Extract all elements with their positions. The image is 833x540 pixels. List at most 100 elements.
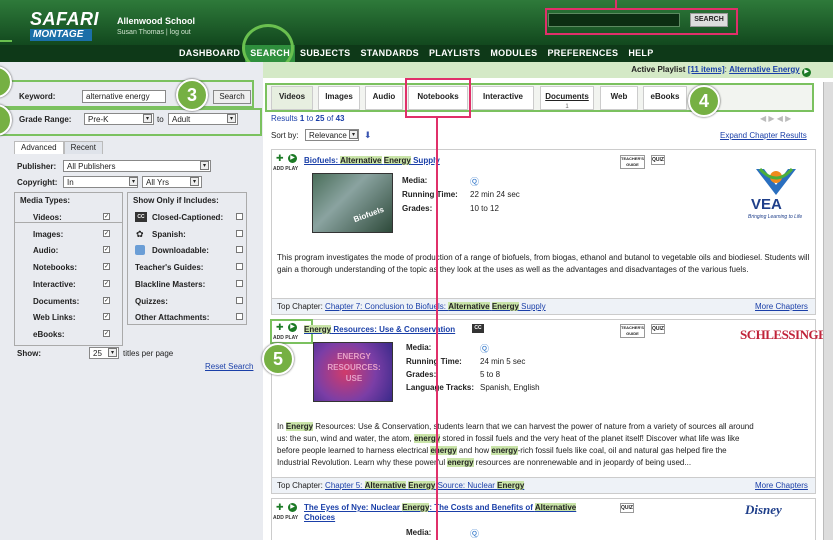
tab-videos[interactable]: Videos xyxy=(271,86,313,110)
title-highlight: Energy xyxy=(304,325,332,334)
play-icon[interactable]: ▶ xyxy=(802,68,811,77)
cc-checkbox[interactable] xyxy=(236,213,243,220)
teachers-guide-icon[interactable]: TEACHER'S GUIDE xyxy=(620,324,645,338)
other-checkbox[interactable] xyxy=(236,313,243,320)
sort-direction-icon[interactable]: ⬇ xyxy=(364,130,372,141)
only-quizzes-label: Quizzes: xyxy=(135,297,168,306)
publisher-select[interactable]: All Publishers xyxy=(63,160,211,172)
tab-web[interactable]: Web xyxy=(600,86,638,110)
quiz-icon[interactable]: QUIZ xyxy=(620,503,634,513)
nav-dashboard[interactable]: DASHBOARD xyxy=(174,45,245,62)
tab-ebooks[interactable]: eBooks xyxy=(643,86,687,110)
teachers-guide-icon[interactable]: TEACHER'S GUIDE xyxy=(620,155,645,169)
global-search-input[interactable] xyxy=(548,13,680,27)
chapter-highlight: Energy xyxy=(408,481,436,490)
chevron-down-icon[interactable]: ▾ xyxy=(227,114,236,123)
tab-advanced[interactable]: Advanced xyxy=(14,141,64,154)
nav-standards[interactable]: STANDARDS xyxy=(355,45,424,62)
tab-interactive[interactable]: Interactive xyxy=(472,86,534,110)
ebooks-checkbox[interactable]: ✓ xyxy=(103,330,110,337)
playlist-count[interactable]: [11 items] xyxy=(688,65,725,74)
chevron-down-icon[interactable]: ▾ xyxy=(349,130,358,139)
school-name: Allenwood School xyxy=(117,16,195,26)
notebooks-callout-box xyxy=(405,78,471,118)
quiz-icon[interactable]: QUIZ xyxy=(651,324,665,334)
blackline-checkbox[interactable] xyxy=(236,280,243,287)
playlist-name[interactable]: Alternative Energy xyxy=(729,65,800,74)
step-badge-5: 5 xyxy=(262,343,294,375)
reset-search-link[interactable]: Reset Search xyxy=(205,362,253,371)
media-label: Media: xyxy=(406,343,432,352)
downloadable-checkbox[interactable] xyxy=(236,246,243,253)
more-chapters-link[interactable]: More Chapters xyxy=(755,481,808,490)
nav-preferences[interactable]: PREFERENCES xyxy=(542,45,623,62)
notebooks-checkbox[interactable]: ✓ xyxy=(103,263,110,270)
user-logout-link[interactable]: Susan Thomas | log out xyxy=(117,29,191,36)
chevron-down-icon[interactable]: ▾ xyxy=(200,161,209,170)
title-part: Choices xyxy=(304,513,336,522)
chevron-down-icon[interactable]: ▾ xyxy=(129,177,138,186)
desc-part: stored in fossil fuels and the very heat… xyxy=(440,434,740,443)
add-icon[interactable]: ✚ xyxy=(276,502,284,513)
expand-chapter-results-link[interactable]: Expand Chapter Results xyxy=(720,131,807,140)
tab-audio[interactable]: Audio xyxy=(365,86,403,110)
result-title[interactable]: Energy Resources: Use & Conservation xyxy=(304,325,455,334)
copyright-select[interactable]: In xyxy=(63,176,138,188)
desc-highlight: energy xyxy=(491,446,518,455)
media-label: Media: xyxy=(406,528,432,537)
chevron-down-icon[interactable]: ▾ xyxy=(190,177,199,186)
more-chapters-link[interactable]: More Chapters xyxy=(755,302,808,311)
grades-label: Grades: xyxy=(406,370,437,379)
result-title[interactable]: Biofuels: Alternative Energy Supply xyxy=(304,156,440,165)
quicktime-icon[interactable]: Ⓠ xyxy=(470,527,479,540)
keyword-input[interactable]: alternative energy xyxy=(82,90,166,103)
vertical-scrollbar[interactable] xyxy=(823,82,833,540)
audio-checkbox[interactable]: ✓ xyxy=(103,246,110,253)
play-icon[interactable]: ▶ xyxy=(288,503,297,512)
video-thumbnail[interactable]: Biofuels xyxy=(312,173,393,233)
nav-modules[interactable]: MODULES xyxy=(485,45,542,62)
interactive-checkbox[interactable]: ✓ xyxy=(103,280,110,287)
result-description: In Energy Resources: Use & Conservation,… xyxy=(277,421,812,469)
guides-checkbox[interactable] xyxy=(236,263,243,270)
thumbnail-title: Biofuels xyxy=(352,204,386,225)
download-icon xyxy=(135,245,145,255)
title-part: : The Costs and Benefits of xyxy=(429,503,535,512)
nav-help[interactable]: HELP xyxy=(623,45,658,62)
tab-documents[interactable]: Documents 1 xyxy=(540,86,594,110)
quicktime-icon[interactable]: Ⓠ xyxy=(470,175,479,188)
thumbnail-title: ENERGY RESOURCES: USE xyxy=(327,352,381,383)
global-search-button[interactable]: SEARCH xyxy=(690,13,728,27)
chevron-down-icon[interactable]: ▾ xyxy=(143,114,152,123)
play-icon[interactable]: ▶ xyxy=(288,323,297,332)
documents-checkbox[interactable]: ✓ xyxy=(103,297,110,304)
results-of-word: of xyxy=(326,114,334,123)
chapter-link[interactable]: Chapter 5: Alternative Energy Source: Nu… xyxy=(325,481,525,490)
quizzes-checkbox[interactable] xyxy=(236,297,243,304)
pager-arrows-icon[interactable]: ◀ ▶ ◀ ▶ xyxy=(760,114,791,123)
videos-checkbox[interactable]: ✓ xyxy=(103,213,110,220)
result-title[interactable]: The Eyes of Nye: Nuclear Energy: The Cos… xyxy=(304,503,604,523)
quiz-icon[interactable]: QUIZ xyxy=(651,155,665,165)
chevron-down-icon[interactable]: ▾ xyxy=(108,348,117,357)
results-total: 43 xyxy=(335,114,345,123)
quicktime-icon[interactable]: Ⓠ xyxy=(480,342,489,355)
play-icon[interactable]: ▶ xyxy=(288,154,297,163)
nav-subjects[interactable]: SUBJECTS xyxy=(295,45,355,62)
nav-playlists[interactable]: PLAYLISTS xyxy=(424,45,485,62)
images-checkbox[interactable]: ✓ xyxy=(103,230,110,237)
add-icon[interactable]: ✚ xyxy=(276,153,284,164)
closed-caption-icon: CC xyxy=(135,212,147,222)
title-part: Biofuels: xyxy=(304,156,341,165)
chapter-part: Source: Nuclear xyxy=(435,481,498,490)
desc-part: and how xyxy=(456,446,492,455)
weblinks-checkbox[interactable]: ✓ xyxy=(103,313,110,320)
keyword-search-button[interactable]: Search xyxy=(213,90,251,104)
tab-images[interactable]: Images xyxy=(318,86,360,110)
spanish-checkbox[interactable] xyxy=(236,230,243,237)
tab-recent[interactable]: Recent xyxy=(63,141,103,154)
add-icon[interactable]: ✚ xyxy=(276,322,284,333)
video-thumbnail[interactable]: ENERGY RESOURCES: USE xyxy=(313,342,393,402)
playlist-label: Active Playlist xyxy=(631,65,686,74)
main-nav: DASHBOARD SEARCH SUBJECTS STANDARDS PLAY… xyxy=(0,45,833,62)
